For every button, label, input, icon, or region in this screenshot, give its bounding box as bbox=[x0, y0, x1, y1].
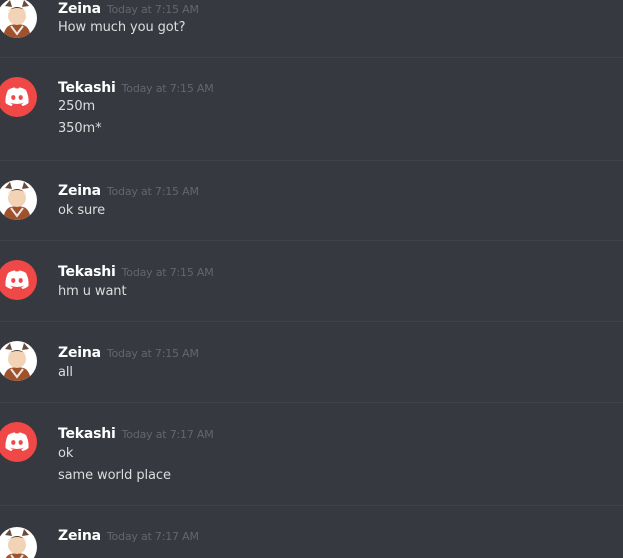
username[interactable]: Zeina bbox=[58, 345, 101, 361]
zeina-avatar-icon bbox=[0, 341, 37, 381]
avatar[interactable] bbox=[0, 180, 37, 220]
divider bbox=[0, 505, 623, 506]
discord-logo-icon bbox=[5, 87, 29, 106]
username[interactable]: Tekashi bbox=[58, 426, 116, 442]
timestamp[interactable]: Today at 7:15 AM bbox=[107, 185, 199, 198]
divider bbox=[0, 57, 623, 58]
timestamp[interactable]: Today at 7:15 AM bbox=[107, 3, 199, 16]
chat-messages: Zeina Today at 7:15 AM How much you got? … bbox=[0, 0, 623, 558]
message-header: Tekashi Today at 7:15 AM bbox=[58, 77, 214, 96]
message-text: 350m* bbox=[58, 121, 102, 136]
message-text: ok sure bbox=[58, 203, 105, 218]
username[interactable]: Zeina bbox=[58, 528, 101, 544]
timestamp[interactable]: Today at 7:15 AM bbox=[122, 82, 214, 95]
divider bbox=[0, 321, 623, 322]
message-text: How much you got? bbox=[58, 20, 186, 35]
timestamp[interactable]: Today at 7:17 AM bbox=[122, 428, 214, 441]
timestamp[interactable]: Today at 7:15 AM bbox=[107, 347, 199, 360]
avatar[interactable] bbox=[0, 527, 37, 558]
message-text: 250m bbox=[58, 99, 96, 114]
username[interactable]: Tekashi bbox=[58, 264, 116, 280]
message-header: Tekashi Today at 7:15 AM bbox=[58, 261, 214, 280]
zeina-avatar-icon bbox=[0, 527, 37, 558]
username[interactable]: Zeina bbox=[58, 183, 101, 199]
message-text: all bbox=[58, 365, 73, 380]
message-header: Zeina Today at 7:15 AM bbox=[58, 0, 199, 17]
message-text: hm u want bbox=[58, 284, 127, 299]
avatar[interactable] bbox=[0, 77, 37, 117]
zeina-avatar-icon bbox=[0, 0, 37, 38]
message-text: same world place bbox=[58, 468, 171, 483]
divider bbox=[0, 402, 623, 403]
avatar[interactable] bbox=[0, 260, 37, 300]
discord-logo-icon bbox=[5, 432, 29, 451]
username[interactable]: Zeina bbox=[58, 1, 101, 17]
avatar[interactable] bbox=[0, 422, 37, 462]
message-header: Zeina Today at 7:17 AM bbox=[58, 525, 199, 544]
avatar[interactable] bbox=[0, 0, 37, 38]
message-text: ok bbox=[58, 446, 74, 461]
divider bbox=[0, 240, 623, 241]
timestamp[interactable]: Today at 7:15 AM bbox=[122, 266, 214, 279]
avatar[interactable] bbox=[0, 341, 37, 381]
divider bbox=[0, 160, 623, 161]
timestamp[interactable]: Today at 7:17 AM bbox=[107, 530, 199, 543]
username[interactable]: Tekashi bbox=[58, 80, 116, 96]
message-header: Tekashi Today at 7:17 AM bbox=[58, 423, 214, 442]
zeina-avatar-icon bbox=[0, 180, 37, 220]
message-header: Zeina Today at 7:15 AM bbox=[58, 180, 199, 199]
discord-logo-icon bbox=[5, 270, 29, 289]
message-header: Zeina Today at 7:15 AM bbox=[58, 342, 199, 361]
